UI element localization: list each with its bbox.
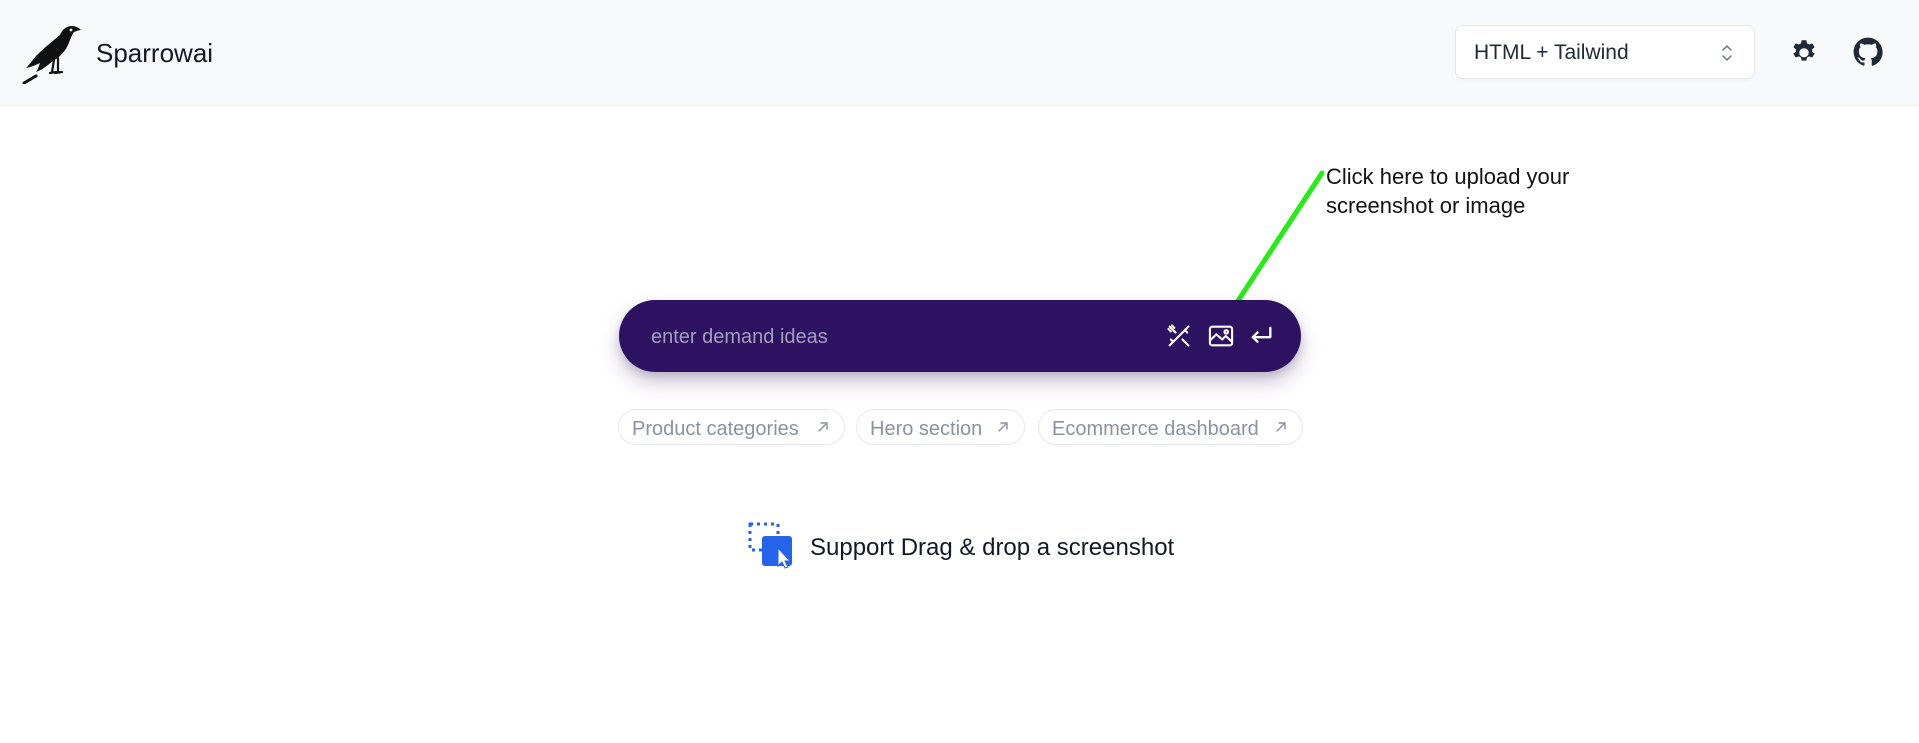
demand-input[interactable]	[649, 316, 1123, 358]
top-bar: Sparrowai HTML + Tailwind	[0, 0, 1919, 106]
brand-name: Sparrowai	[96, 38, 214, 68]
suggestion-chip[interactable]: Ecommerce dashboard	[1038, 409, 1303, 445]
drag-drop-icon	[748, 522, 792, 569]
github-icon[interactable]	[1853, 37, 1883, 67]
upload-hint-annotation: Click here to upload your screenshot or …	[1326, 164, 1570, 218]
drag-drop-label: Support Drag & drop a screenshot	[810, 534, 1175, 561]
arrow-up-right-icon	[818, 422, 828, 432]
suggestion-chip[interactable]: Hero section	[856, 409, 1025, 445]
magic-tools-icon[interactable]	[1165, 322, 1193, 350]
chevron-up-down-icon	[1722, 45, 1732, 61]
enter-icon[interactable]	[1247, 322, 1275, 350]
arrow-up-right-icon	[1276, 422, 1286, 432]
suggestion-chip-label: Hero section	[870, 418, 983, 440]
suggestion-chip-label: Ecommerce dashboard	[1052, 418, 1259, 440]
framework-select[interactable]: HTML + Tailwind	[1455, 25, 1755, 79]
suggestion-chip-label: Product categories	[632, 418, 799, 440]
framework-select-value: HTML + Tailwind	[1474, 41, 1629, 64]
image-upload-icon[interactable]	[1207, 322, 1235, 350]
arrow-up-right-icon	[998, 422, 1008, 432]
suggestion-chip[interactable]: Product categories	[618, 409, 845, 445]
bird-logo-icon[interactable]	[22, 20, 86, 84]
gear-icon[interactable]	[1789, 37, 1819, 67]
demand-search-bar	[619, 300, 1301, 372]
